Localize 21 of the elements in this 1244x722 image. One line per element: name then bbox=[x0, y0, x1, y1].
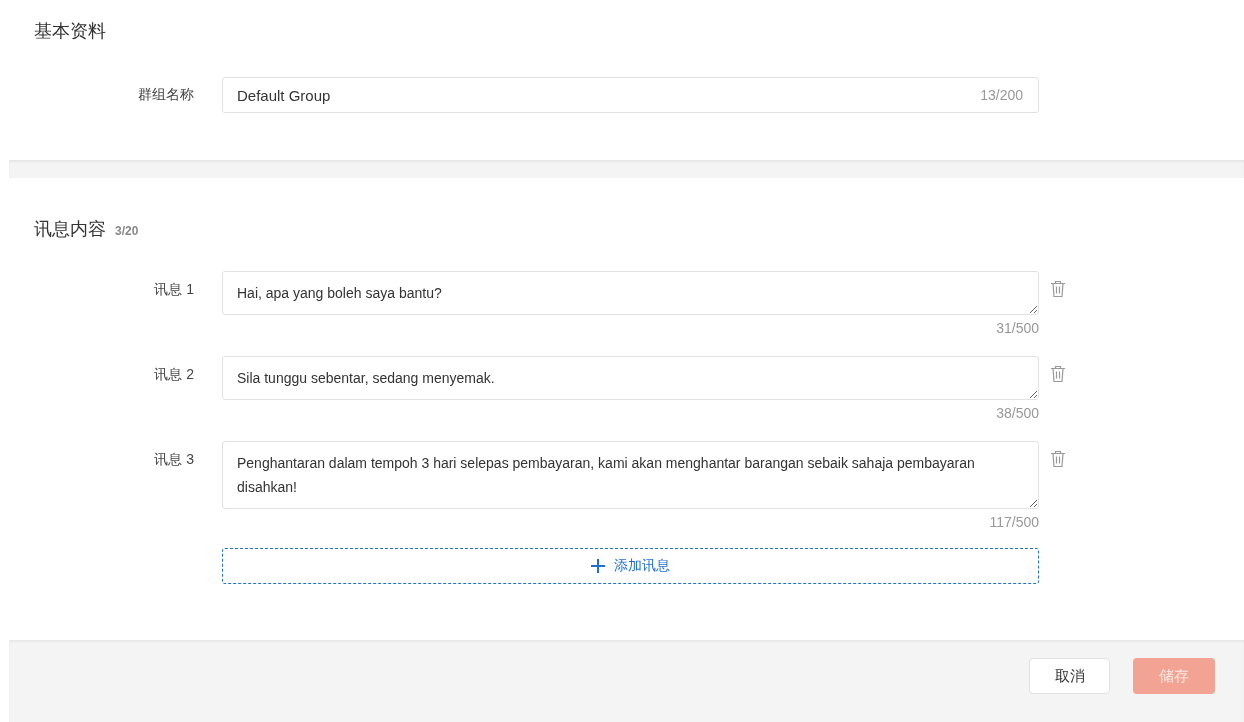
group-name-field[interactable]: Default Group 13/200 bbox=[222, 77, 1039, 113]
section-title: 讯息内容 bbox=[34, 218, 106, 241]
char-count: 31/500 bbox=[995, 319, 1039, 337]
message-label: 讯息 3 bbox=[153, 450, 195, 469]
trash-icon[interactable] bbox=[1050, 280, 1066, 298]
message-input[interactable]: Hai, apa yang boleh saya bantu? bbox=[222, 271, 1039, 315]
message-count: 3/20 bbox=[115, 224, 139, 238]
message-input[interactable]: Penghantaran dalam tempoh 3 hari selepas pembayaran, kami akan menghantar barangan sebaik sahaja pembayaran disahkan! bbox=[222, 441, 1039, 509]
field-label: 群组名称 bbox=[137, 86, 195, 104]
message-label: 讯息 1 bbox=[153, 280, 195, 299]
section-title: 基本资料 bbox=[34, 20, 107, 43]
message-input[interactable]: Sila tunggu sebentar, sedang menyemak. bbox=[222, 356, 1039, 400]
trash-icon[interactable] bbox=[1050, 450, 1066, 468]
trash-icon[interactable] bbox=[1050, 365, 1066, 383]
add-message-button[interactable]: 添加讯息 bbox=[222, 548, 1039, 584]
message-label: 讯息 2 bbox=[153, 365, 195, 384]
char-count: 117/500 bbox=[988, 513, 1039, 531]
char-count: 38/500 bbox=[995, 404, 1039, 422]
char-count: 13/200 bbox=[980, 87, 1023, 103]
plus-icon bbox=[591, 559, 605, 573]
cancel-button[interactable]: 取消 bbox=[1029, 658, 1110, 694]
